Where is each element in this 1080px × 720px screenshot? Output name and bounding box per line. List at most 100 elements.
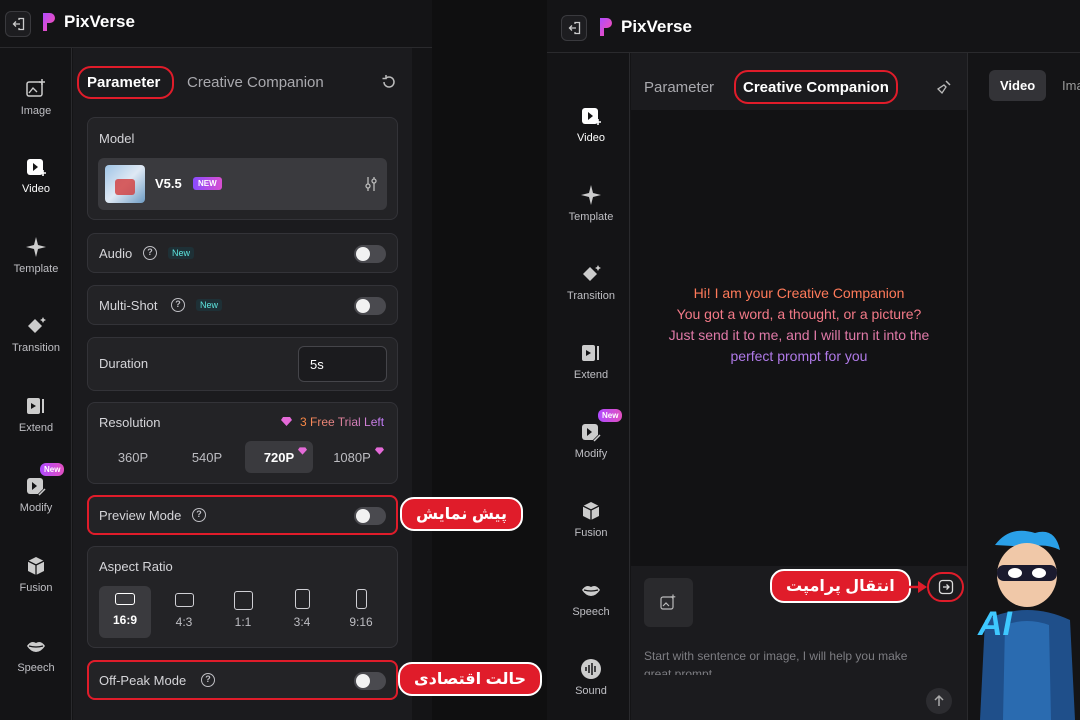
- pixverse-logo-icon: [43, 13, 55, 31]
- nav-item-transition[interactable]: Transition: [0, 315, 72, 354]
- chat-intro-line2: You got a word, a thought, or a picture?: [676, 306, 922, 322]
- nav-label: Template: [13, 263, 59, 275]
- nav-item-sound[interactable]: Sound: [552, 658, 630, 697]
- extend-icon: [27, 398, 44, 414]
- nav-item-image[interactable]: Image: [0, 78, 72, 117]
- exit-icon: [12, 17, 25, 31]
- multishot-row: Multi-Shot ? New: [87, 285, 398, 325]
- brand-name: PixVerse: [621, 17, 692, 36]
- resolution-label: Resolution: [99, 415, 161, 430]
- right-sidebar-nav: Video Template Transition Extend Modify …: [552, 53, 630, 720]
- aspect-option-9-16[interactable]: 9:16: [335, 589, 387, 629]
- aspect-option-16-9[interactable]: 16:9: [99, 593, 151, 627]
- aspect-option-1-1[interactable]: 1:1: [217, 591, 269, 629]
- nav-item-modify[interactable]: Modify New: [552, 409, 630, 460]
- side-tab-image[interactable]: Ima: [1062, 78, 1080, 93]
- reset-icon[interactable]: [381, 74, 397, 90]
- chat-intro-line1: Hi! I am your Creative Companion: [693, 285, 905, 301]
- tab-creative-companion[interactable]: Creative Companion: [187, 74, 324, 91]
- extend-icon: [582, 345, 599, 361]
- resolution-option-360p[interactable]: 360P: [102, 450, 164, 465]
- broom-icon[interactable]: [936, 79, 952, 95]
- left-sidebar-nav: Image Video Template Transition Extend M…: [0, 48, 72, 720]
- tab-parameter[interactable]: Parameter: [87, 74, 160, 91]
- back-button[interactable]: [5, 11, 31, 37]
- aspect-9-16-icon: [355, 589, 367, 609]
- aspect-option-3-4[interactable]: 3:4: [276, 589, 328, 629]
- fusion-cube-icon: [582, 502, 600, 520]
- tab-creative-companion[interactable]: Creative Companion: [743, 79, 889, 96]
- sparkle-icon: [581, 185, 601, 205]
- send-button[interactable]: [926, 688, 952, 714]
- aspect-ratio-card: Aspect Ratio 16:9 4:3 1:1 3:4 9:16: [87, 546, 398, 648]
- nav-label: Modify: [19, 502, 53, 514]
- aspect-4-3-icon: [174, 593, 194, 607]
- lips-icon: [27, 642, 45, 652]
- brand-logo[interactable]: PixVerse: [599, 17, 692, 37]
- top-bar: PixVerse: [547, 0, 1080, 53]
- annotation-transfer-label: انتقال پرامپت: [770, 569, 911, 603]
- nav-item-fusion[interactable]: Fusion: [552, 500, 630, 539]
- settings-sliders-icon[interactable]: [364, 176, 378, 192]
- nav-item-speech[interactable]: Speech: [552, 579, 630, 618]
- nav-item-template[interactable]: Template: [552, 184, 630, 223]
- nav-item-extend[interactable]: Extend: [0, 395, 72, 434]
- nav-item-transition[interactable]: Transition: [552, 263, 630, 302]
- upload-image-button[interactable]: [644, 578, 693, 627]
- mascot-ai-text: AI: [978, 605, 1012, 643]
- aspect-ratio-label: Aspect Ratio: [99, 559, 173, 574]
- nav-item-template[interactable]: Template: [0, 236, 72, 275]
- nav-item-extend[interactable]: Extend: [552, 342, 630, 381]
- nav-item-fusion[interactable]: Fusion: [0, 555, 72, 594]
- tab-parameter[interactable]: Parameter: [644, 79, 714, 96]
- resolution-option-540p[interactable]: 540P: [176, 450, 238, 465]
- nav-label: Image: [20, 105, 52, 117]
- annotation-arrow-icon: [898, 581, 927, 593]
- nav-label: Fusion: [574, 527, 608, 539]
- nav-item-modify[interactable]: Modify New: [0, 463, 72, 514]
- back-button[interactable]: [561, 15, 587, 41]
- model-thumbnail: [105, 165, 145, 203]
- gem-icon: [281, 417, 292, 426]
- duration-select[interactable]: 5s: [298, 346, 387, 382]
- prompt-input[interactable]: Start with sentence or image, I will hel…: [644, 647, 934, 675]
- nav-label: Fusion: [19, 582, 53, 594]
- audio-row: Audio ? New: [87, 233, 398, 273]
- audio-toggle[interactable]: [354, 245, 386, 263]
- arrow-up-icon: [934, 694, 944, 706]
- gem-icon: [375, 447, 384, 455]
- model-name: V5.5: [155, 176, 182, 191]
- gutter: [412, 48, 432, 720]
- transition-icon: [583, 265, 601, 281]
- ai-mascot-image: AI: [975, 525, 1080, 720]
- nav-item-video[interactable]: Video: [0, 156, 72, 195]
- new-tag: New: [168, 247, 195, 259]
- multishot-toggle[interactable]: [354, 297, 386, 315]
- nav-item-speech[interactable]: Speech: [0, 635, 72, 674]
- nav-label: Transition: [12, 342, 60, 354]
- side-tab-video[interactable]: Video: [989, 70, 1046, 101]
- duration-label: Duration: [99, 356, 149, 371]
- top-bar: PixVerse: [0, 0, 432, 48]
- transfer-prompt-icon[interactable]: [938, 579, 954, 595]
- divider: [967, 53, 968, 720]
- annotation-preview-label: پیش نمایش: [400, 497, 523, 531]
- brand-logo[interactable]: PixVerse: [42, 12, 135, 32]
- help-icon[interactable]: ?: [143, 246, 157, 260]
- aspect-16-9-icon: [115, 593, 135, 605]
- annotation-highlight: [87, 495, 398, 535]
- help-icon[interactable]: ?: [171, 298, 185, 312]
- resolution-card: Resolution 3 Free Trial Left 360P 540P 7…: [87, 402, 398, 484]
- resolution-option-1080p[interactable]: 1080P: [324, 450, 380, 465]
- annotation-offpeak-label: حالت اقتصادی: [398, 662, 543, 696]
- gem-icon: [298, 447, 307, 455]
- nav-label: Speech: [572, 606, 610, 618]
- multishot-label: Multi-Shot: [99, 298, 158, 313]
- modify-icon: [27, 478, 47, 497]
- aspect-3-4-icon: [294, 589, 310, 609]
- nav-item-video[interactable]: Video: [552, 105, 630, 144]
- aspect-option-4-3[interactable]: 4:3: [158, 593, 210, 629]
- new-tag: New: [196, 299, 223, 311]
- audio-label: Audio: [99, 246, 133, 261]
- model-selector[interactable]: V5.5 NEW: [98, 158, 387, 210]
